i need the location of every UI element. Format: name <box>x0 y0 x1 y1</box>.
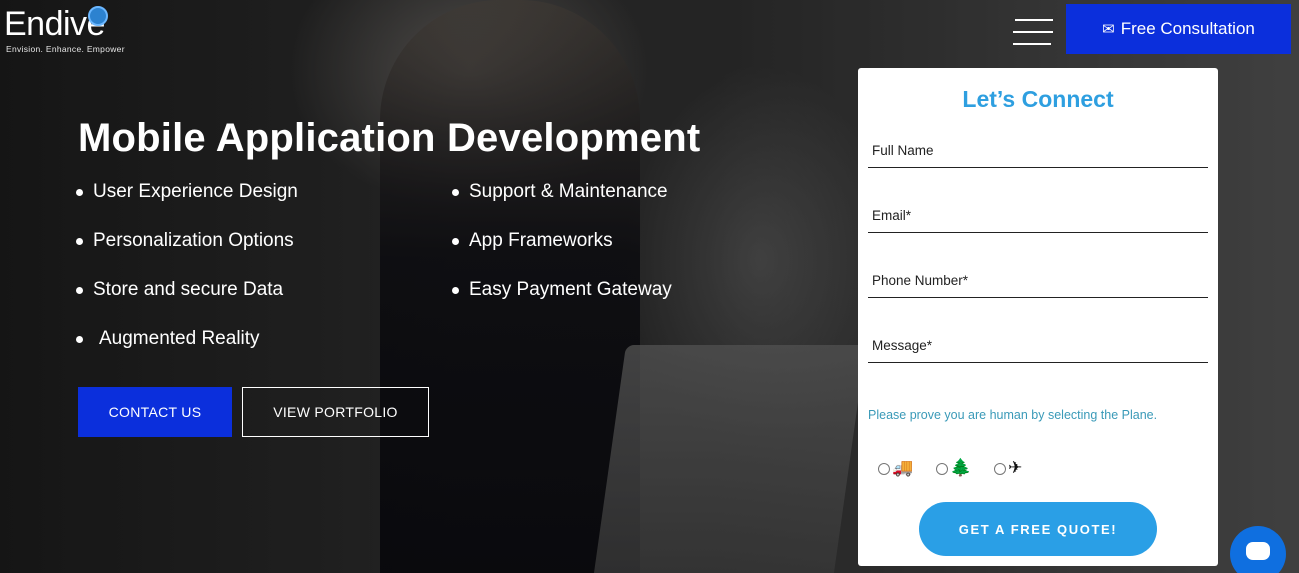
form-title: Let’s Connect <box>962 86 1114 112</box>
feature-item: Easy Payment Gateway <box>452 279 672 301</box>
contact-us-button[interactable]: CONTACT US <box>78 387 232 437</box>
free-consultation-button[interactable]: ✉ Free Consultation <box>1066 4 1291 54</box>
free-consultation-label: Free Consultation <box>1120 19 1255 38</box>
captcha-instruction: Please prove you are human by selecting … <box>868 408 1158 422</box>
truck-icon: 🚚 <box>892 458 914 478</box>
bullet-icon <box>76 286 83 294</box>
bullet-icon <box>76 335 83 343</box>
view-portfolio-button[interactable]: VIEW PORTFOLIO <box>242 387 429 437</box>
bullet-icon <box>452 237 459 245</box>
logo-wordmark: Endive <box>4 5 105 43</box>
logo-tagline: Envision. Enhance. Empower <box>6 44 125 54</box>
logo-orbit-icon <box>88 6 108 26</box>
contact-form: Let’s Connect Please prove you are human… <box>858 68 1218 566</box>
captcha-radio-truck[interactable] <box>878 462 890 475</box>
chat-launcher[interactable] <box>1230 526 1286 573</box>
captcha-radio-tree[interactable] <box>936 462 948 475</box>
envelope-icon: ✉ <box>1102 21 1115 38</box>
bullet-icon <box>76 188 83 196</box>
feature-item: User Experience Design <box>76 181 298 203</box>
phone-input[interactable] <box>868 264 1208 298</box>
page-title: Mobile Application Development <box>78 116 701 160</box>
get-free-quote-button[interactable]: GET A FREE QUOTE! <box>919 502 1157 556</box>
brand-logo[interactable]: Endive Envision. Enhance. Empower <box>4 4 139 60</box>
captcha-option-plane[interactable]: ✈ <box>994 460 1022 477</box>
feature-item: Augmented Reality <box>76 328 260 350</box>
feature-item: App Frameworks <box>452 230 613 252</box>
full-name-input[interactable] <box>868 134 1208 168</box>
feature-item: Store and secure Data <box>76 279 283 301</box>
email-input[interactable] <box>868 199 1208 233</box>
captcha-option-truck[interactable]: 🚚 <box>878 460 913 477</box>
plane-icon: ✈ <box>1008 458 1023 478</box>
captcha-option-tree[interactable]: 🌲 <box>936 460 971 477</box>
captcha-radio-plane[interactable] <box>994 462 1006 475</box>
tree-icon: 🌲 <box>950 458 972 478</box>
hamburger-icon[interactable] <box>1013 16 1053 48</box>
chat-bubble-icon <box>1246 542 1270 560</box>
feature-item: Support & Maintenance <box>452 181 668 203</box>
bullet-icon <box>452 188 459 196</box>
message-input[interactable] <box>868 329 1208 363</box>
feature-item: Personalization Options <box>76 230 294 252</box>
bullet-icon <box>452 286 459 294</box>
bullet-icon <box>76 237 83 245</box>
